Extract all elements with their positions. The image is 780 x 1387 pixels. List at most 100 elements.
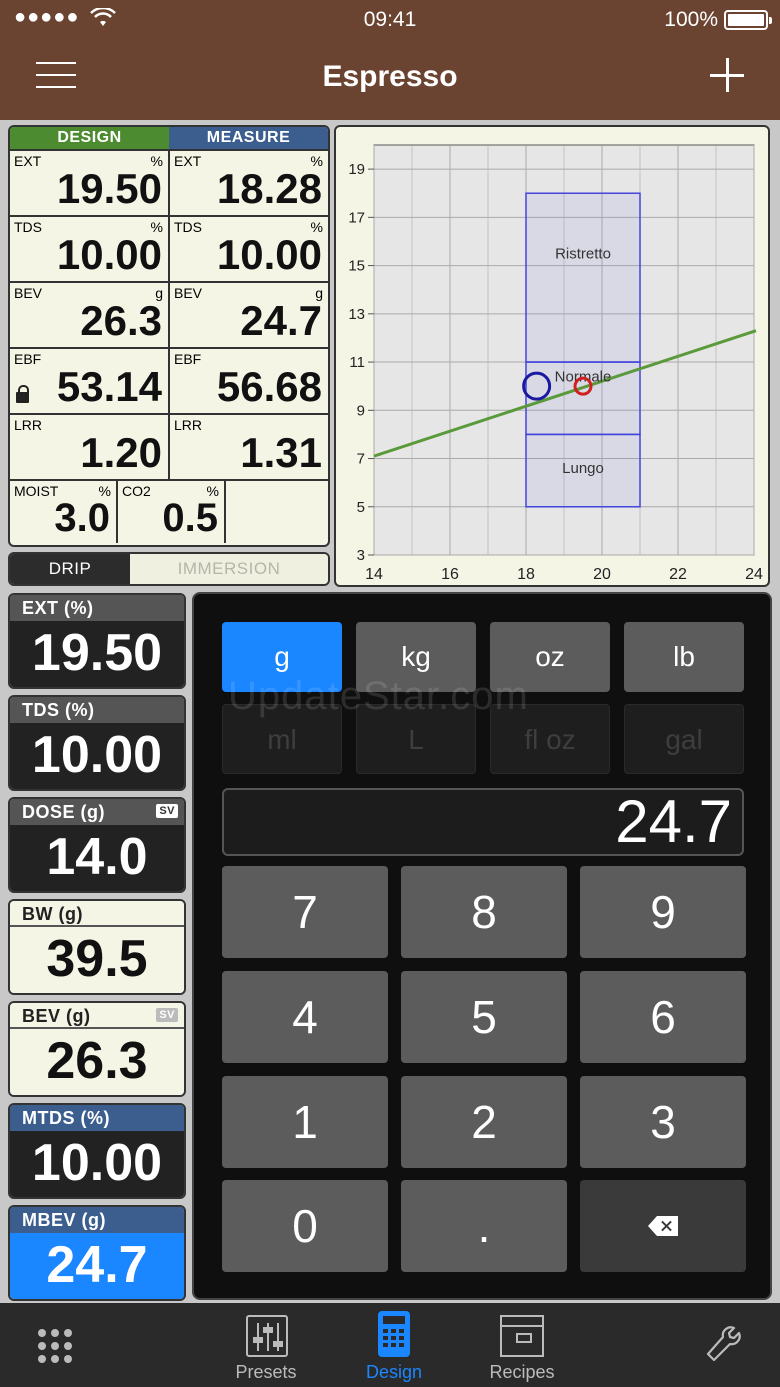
measure-tds-cell[interactable]: TDS% 10.00 bbox=[170, 217, 328, 281]
measure-ebf-cell[interactable]: EBF 56.68 bbox=[170, 349, 328, 413]
cell-value: 56.68 bbox=[216, 363, 322, 410]
design-bev-cell[interactable]: BEV g 26.3 bbox=[10, 283, 170, 347]
co2-cell[interactable]: CO2 % 0.5 bbox=[118, 481, 226, 543]
tab-recipes-label: Recipes bbox=[489, 1362, 555, 1382]
unit-gal-button: gal bbox=[624, 704, 744, 774]
cell-label: BEV bbox=[14, 285, 43, 301]
panel-ext[interactable]: EXT (%) 19.50 bbox=[8, 593, 186, 689]
panel-label: BEV (g) bbox=[22, 1006, 91, 1026]
cell-value: 10.00 bbox=[216, 231, 322, 278]
measure-header[interactable]: MEASURE bbox=[169, 127, 328, 149]
panel-mtds[interactable]: MTDS (%) 10.00 bbox=[8, 1103, 186, 1199]
battery-percent: 100% bbox=[664, 8, 718, 31]
y-tick-label: 5 bbox=[357, 499, 365, 516]
panel-mbev[interactable]: MBEV (g) 24.7 bbox=[8, 1205, 186, 1301]
tab-presets[interactable]: Presets bbox=[206, 1303, 326, 1387]
design-tds-cell[interactable]: TDS% 10.00 bbox=[10, 217, 170, 281]
cell-value: 1.31 bbox=[240, 429, 322, 476]
y-tick-label: 19 bbox=[348, 161, 365, 178]
y-tick-label: 7 bbox=[357, 451, 365, 468]
co2-value: 0.5 bbox=[162, 496, 218, 540]
panel-bev[interactable]: BEV (g) SV 26.3 bbox=[8, 1001, 186, 1097]
cell-label: EXT bbox=[14, 153, 42, 169]
key-decimal[interactable]: . bbox=[401, 1180, 567, 1272]
panel-label: DOSE (g) bbox=[22, 802, 105, 822]
tab-design[interactable]: Design bbox=[334, 1303, 454, 1387]
region-label: Ristretto bbox=[555, 245, 611, 262]
key-0[interactable]: 0 bbox=[222, 1180, 388, 1272]
drip-tab[interactable]: DRIP bbox=[10, 554, 130, 584]
cell-label: EBF bbox=[14, 351, 42, 367]
tab-recipes[interactable]: Recipes bbox=[462, 1303, 582, 1387]
chart-svg: 14 16 18 20 22 2435791113151719RistrettoNorma… bbox=[348, 144, 763, 583]
cell-value: 53.14 bbox=[56, 363, 162, 410]
key-3[interactable]: 3 bbox=[580, 1076, 746, 1168]
x-tick-label: 18 bbox=[517, 566, 535, 583]
empty-cell bbox=[226, 481, 328, 543]
region-ristretto bbox=[525, 192, 641, 363]
cell-value: 26.3 bbox=[80, 297, 162, 344]
tab-bar: Presets Design Recipes bbox=[0, 1303, 780, 1387]
measure-lrr-cell[interactable]: LRR 1.31 bbox=[170, 415, 328, 479]
panel-label: EXT (%) bbox=[22, 598, 94, 618]
moist-cell[interactable]: MOIST % 3.0 bbox=[10, 481, 118, 543]
cell-label: TDS bbox=[174, 219, 202, 235]
backspace-button[interactable] bbox=[580, 1180, 746, 1272]
key-1[interactable]: 1 bbox=[222, 1076, 388, 1168]
y-tick-label: 13 bbox=[348, 306, 365, 323]
sliders-icon bbox=[246, 1315, 288, 1357]
method-segmented-control: DRIP IMMERSION bbox=[8, 552, 330, 586]
wrench-icon[interactable] bbox=[706, 1326, 744, 1364]
design-lrr-cell[interactable]: LRR 1.20 bbox=[10, 415, 170, 479]
key-2[interactable]: 2 bbox=[401, 1076, 567, 1168]
design-measure-table: DESIGN MEASURE EXT% 19.50 EXT% 18.28 TDS% 10.… bbox=[8, 125, 330, 547]
panel-value: 14.0 bbox=[10, 825, 184, 891]
panel-value: 39.5 bbox=[10, 927, 184, 993]
panel-value: 10.00 bbox=[10, 723, 184, 789]
key-7[interactable]: 7 bbox=[222, 866, 388, 958]
measure-bev-cell[interactable]: BEV g 24.7 bbox=[170, 283, 328, 347]
watermark: UpdateStar.com bbox=[228, 674, 529, 718]
cell-label: LRR bbox=[14, 417, 43, 433]
panel-value: 26.3 bbox=[10, 1029, 184, 1095]
design-header[interactable]: DESIGN bbox=[10, 127, 169, 149]
key-8[interactable]: 8 bbox=[401, 866, 567, 958]
y-tick-label: 11 bbox=[349, 354, 365, 371]
key-6[interactable]: 6 bbox=[580, 971, 746, 1063]
table-row: LRR 1.20 LRR 1.31 bbox=[10, 413, 328, 479]
cell-value: 18.28 bbox=[216, 165, 322, 212]
cell-label: EXT bbox=[174, 153, 202, 169]
apps-grid-icon[interactable] bbox=[38, 1329, 74, 1365]
unit-lb-button[interactable]: lb bbox=[624, 622, 744, 692]
panel-tds[interactable]: TDS (%) 10.00 bbox=[8, 695, 186, 791]
key-4[interactable]: 4 bbox=[222, 971, 388, 1063]
status-bar: ●●●●● 09:41 100% bbox=[0, 6, 780, 36]
tab-presets-label: Presets bbox=[235, 1362, 297, 1382]
y-tick-label: 17 bbox=[348, 209, 365, 226]
panel-dose[interactable]: DOSE (g) SV 14.0 bbox=[8, 797, 186, 893]
cell-value: 1.20 bbox=[80, 429, 162, 476]
cell-value: 10.00 bbox=[56, 231, 162, 278]
design-ebf-cell[interactable]: EBF 53.14 bbox=[10, 349, 170, 413]
panel-bw[interactable]: BW (g) 39.5 bbox=[8, 899, 186, 995]
key-5[interactable]: 5 bbox=[401, 971, 567, 1063]
x-tick-label: 24 bbox=[745, 566, 763, 583]
panel-label: MBEV (g) bbox=[22, 1210, 106, 1230]
cell-label: BEV bbox=[174, 285, 203, 301]
measure-ext-cell[interactable]: EXT% 18.28 bbox=[170, 151, 328, 215]
design-ext-cell[interactable]: EXT% 19.50 bbox=[10, 151, 170, 215]
cell-value: 19.50 bbox=[56, 165, 162, 212]
y-tick-label: 9 bbox=[357, 402, 365, 419]
battery-icon bbox=[724, 10, 772, 30]
immersion-tab[interactable]: IMMERSION bbox=[130, 554, 328, 584]
panel-label: BW (g) bbox=[22, 904, 83, 924]
x-tick-label: 14 bbox=[365, 566, 383, 583]
backspace-icon bbox=[648, 1216, 678, 1236]
table-row: BEV g 26.3 BEV g 24.7 bbox=[10, 281, 328, 347]
add-icon[interactable] bbox=[710, 58, 744, 92]
cell-label: TDS bbox=[14, 219, 42, 235]
extraction-chart[interactable]: 14 16 18 20 22 24 3 5 7 9 11 13 15 17 19 Ristretto Norma… bbox=[334, 125, 770, 587]
lock-icon bbox=[16, 385, 29, 403]
key-9[interactable]: 9 bbox=[580, 866, 746, 958]
clock: 09:41 bbox=[363, 8, 417, 31]
